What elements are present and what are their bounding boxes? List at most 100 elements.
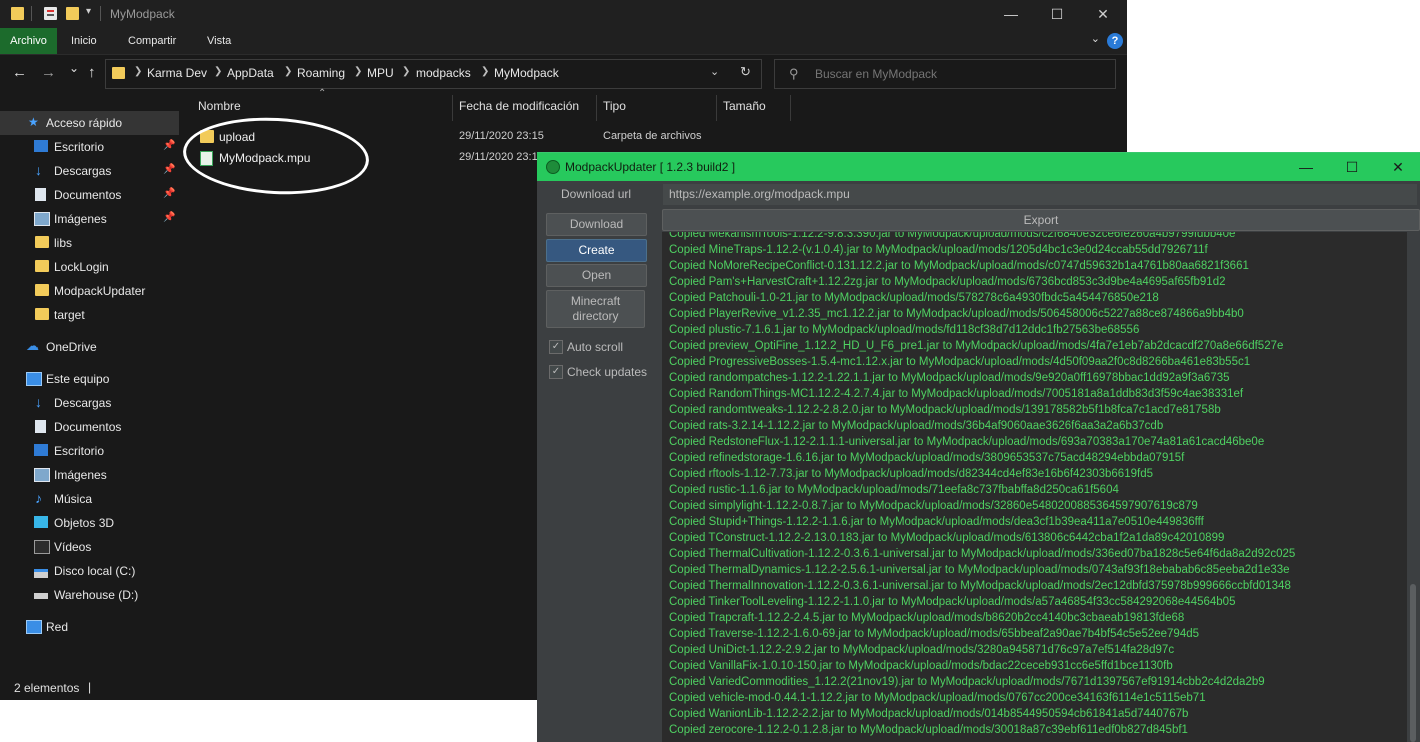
breadcrumb-item[interactable]: AppData — [227, 66, 274, 80]
breadcrumb-item[interactable]: Karma Dev — [147, 66, 207, 80]
download-url-value: https://example.org/modpack.mpu — [669, 187, 850, 201]
document-icon — [35, 420, 46, 433]
log-line: Copied randomtweaks-1.12.2-2.8.2.0.jar t… — [669, 404, 1221, 416]
file-type: Carpeta de archivos — [603, 130, 702, 142]
window-title: MyModpack — [110, 7, 175, 21]
sidebar-item-musica[interactable]: ♪ Música — [0, 487, 179, 511]
log-line: Copied UniDict-1.12.2-2.9.2.jar to MyMod… — [669, 644, 1175, 656]
column-separator[interactable] — [790, 95, 791, 121]
log-line: Copied ProgressiveBosses-1.5.4-mc1.12.x.… — [669, 356, 1251, 368]
sidebar-item-locklogin[interactable]: LockLogin — [0, 255, 179, 279]
log-scrollbar[interactable] — [1408, 232, 1418, 742]
column-separator[interactable] — [596, 95, 597, 121]
maximize-button[interactable]: ☐ — [1329, 153, 1375, 181]
maximize-button[interactable]: ☐ — [1034, 0, 1080, 28]
chevron-right-icon: ❯ — [354, 66, 363, 77]
sidebar-item-onedrive[interactable]: ☁ OneDrive — [0, 335, 179, 359]
tab-compartir[interactable]: Compartir — [128, 28, 176, 54]
log-output[interactable]: Copied MekanismTools-1.12.2-9.8.3.390.ja… — [662, 232, 1407, 742]
minimize-button[interactable]: — — [1283, 153, 1329, 181]
mpu-titlebar: ModpackUpdater [ 1.2.3 build2 ] — ☐ ✕ — [537, 153, 1420, 181]
sidebar-item-disco-c[interactable]: Disco local (C:) — [0, 559, 179, 583]
checkmark-icon[interactable]: ✓ — [549, 340, 563, 354]
log-line: Copied ThermalInnovation-1.12.2-0.3.6.1-… — [669, 580, 1291, 592]
sidebar-item-warehouse-d[interactable]: Warehouse (D:) — [0, 583, 179, 607]
new-folder-icon[interactable] — [66, 7, 79, 20]
tab-vista[interactable]: Vista — [207, 28, 231, 54]
sidebar-item-label: Descargas — [54, 396, 112, 410]
pin-icon[interactable]: 📌 — [163, 188, 175, 199]
tab-inicio[interactable]: Inicio — [71, 28, 97, 54]
breadcrumb-item[interactable]: modpacks — [416, 66, 471, 80]
sidebar-item-imagenes[interactable]: Imágenes 📌 — [0, 207, 179, 231]
forward-button[interactable]: → — [41, 64, 56, 81]
scrollbar-thumb[interactable] — [1410, 584, 1416, 742]
sidebar-item-escritorio-pc[interactable]: Escritorio — [0, 439, 179, 463]
desktop-icon — [34, 140, 48, 152]
star-icon: ★ — [28, 115, 39, 129]
properties-icon[interactable] — [44, 7, 57, 20]
up-button[interactable]: ↑ — [88, 64, 96, 81]
address-box[interactable]: ❯ Karma Dev ❯ AppData ❯ Roaming ❯ MPU ❯ … — [105, 59, 762, 89]
modpack-updater-window: ModpackUpdater [ 1.2.3 build2 ] — ☐ ✕ Do… — [537, 152, 1420, 742]
sidebar-item-libs[interactable]: libs — [0, 231, 179, 255]
breadcrumb-item[interactable]: Roaming — [297, 66, 345, 80]
pin-icon[interactable]: 📌 — [163, 212, 175, 223]
column-header-type[interactable]: Tipo — [603, 99, 626, 113]
log-line: Copied Traverse-1.12.2-1.6.0-69.jar to M… — [669, 628, 1200, 640]
download-url-field[interactable]: https://example.org/modpack.mpu — [662, 183, 1418, 206]
sidebar-item-target[interactable]: target — [0, 303, 179, 327]
column-header-date[interactable]: Fecha de modificación — [459, 99, 579, 113]
close-button[interactable]: ✕ — [1375, 153, 1420, 181]
export-button[interactable]: Export — [662, 209, 1420, 231]
help-icon[interactable]: ? — [1107, 33, 1123, 49]
breadcrumb-item[interactable]: MyModpack — [494, 66, 559, 80]
create-button[interactable]: Create — [546, 239, 647, 262]
quick-access-dropdown-icon[interactable]: ▾ — [86, 6, 91, 17]
column-header-size[interactable]: Tamaño — [723, 99, 766, 113]
tab-archivo[interactable]: Archivo — [0, 28, 57, 54]
pin-icon[interactable]: 📌 — [163, 164, 175, 175]
breadcrumb-item[interactable]: MPU — [367, 66, 394, 80]
sidebar-item-descargas[interactable]: ↓ Descargas 📌 — [0, 159, 179, 183]
checkmark-icon[interactable]: ✓ — [549, 365, 563, 379]
sidebar-item-este-equipo[interactable]: Este equipo — [0, 367, 179, 391]
sidebar-item-imagenes-pc[interactable]: Imágenes — [0, 463, 179, 487]
sidebar-item-label: Descargas — [54, 164, 112, 178]
sidebar-item-red[interactable]: Red — [0, 615, 179, 639]
recent-locations-button[interactable]: ⌄ — [69, 61, 79, 75]
log-line: Copied rftools-1.12-7.73.jar to MyModpac… — [669, 468, 1153, 480]
column-separator[interactable] — [716, 95, 717, 121]
close-button[interactable]: ✕ — [1080, 0, 1126, 28]
sidebar-item-label: OneDrive — [46, 340, 97, 354]
expand-ribbon-icon[interactable]: ⌄ — [1091, 32, 1100, 45]
refresh-icon[interactable]: ↻ — [740, 64, 751, 80]
sidebar-item-modpackupdater[interactable]: ModpackUpdater — [0, 279, 179, 303]
log-line: Copied PlayerRevive_v1.2.35_mc1.12.2.jar… — [669, 308, 1244, 320]
pin-icon[interactable]: 📌 — [163, 140, 175, 151]
download-button[interactable]: Download — [546, 213, 647, 236]
minecraft-directory-button[interactable]: Minecraft directory — [546, 290, 645, 328]
search-input[interactable] — [813, 64, 1107, 84]
sidebar-item-quick-access[interactable]: ★ Acceso rápido — [0, 111, 179, 135]
sidebar-item-descargas-pc[interactable]: ↓ Descargas — [0, 391, 179, 415]
minimize-button[interactable]: — — [988, 0, 1034, 28]
log-line: Copied refinedstorage-1.6.16.jar to MyMo… — [669, 452, 1185, 464]
log-line: Copied VanillaFix-1.0.10-150.jar to MyMo… — [669, 660, 1173, 672]
back-button[interactable]: ← — [12, 64, 27, 81]
search-box[interactable]: ⚲ — [774, 59, 1116, 89]
sidebar-item-documentos-pc[interactable]: Documentos — [0, 415, 179, 439]
folder-icon — [112, 67, 125, 79]
sidebar-item-videos[interactable]: Vídeos — [0, 535, 179, 559]
open-button[interactable]: Open — [546, 264, 647, 287]
column-separator[interactable] — [452, 95, 453, 121]
sidebar-item-documentos[interactable]: Documentos 📌 — [0, 183, 179, 207]
chevron-right-icon: ❯ — [214, 66, 223, 77]
log-line: Copied MineTraps-1.12.2-(v.1.0.4).jar to… — [669, 244, 1208, 256]
sidebar-item-escritorio[interactable]: Escritorio 📌 — [0, 135, 179, 159]
chevron-down-icon[interactable]: ⌄ — [710, 65, 719, 78]
sidebar-item-objetos-3d[interactable]: Objetos 3D — [0, 511, 179, 535]
divider — [31, 6, 32, 21]
column-header-name[interactable]: Nombre — [198, 99, 241, 113]
sidebar-item-label: Escritorio — [54, 140, 105, 154]
